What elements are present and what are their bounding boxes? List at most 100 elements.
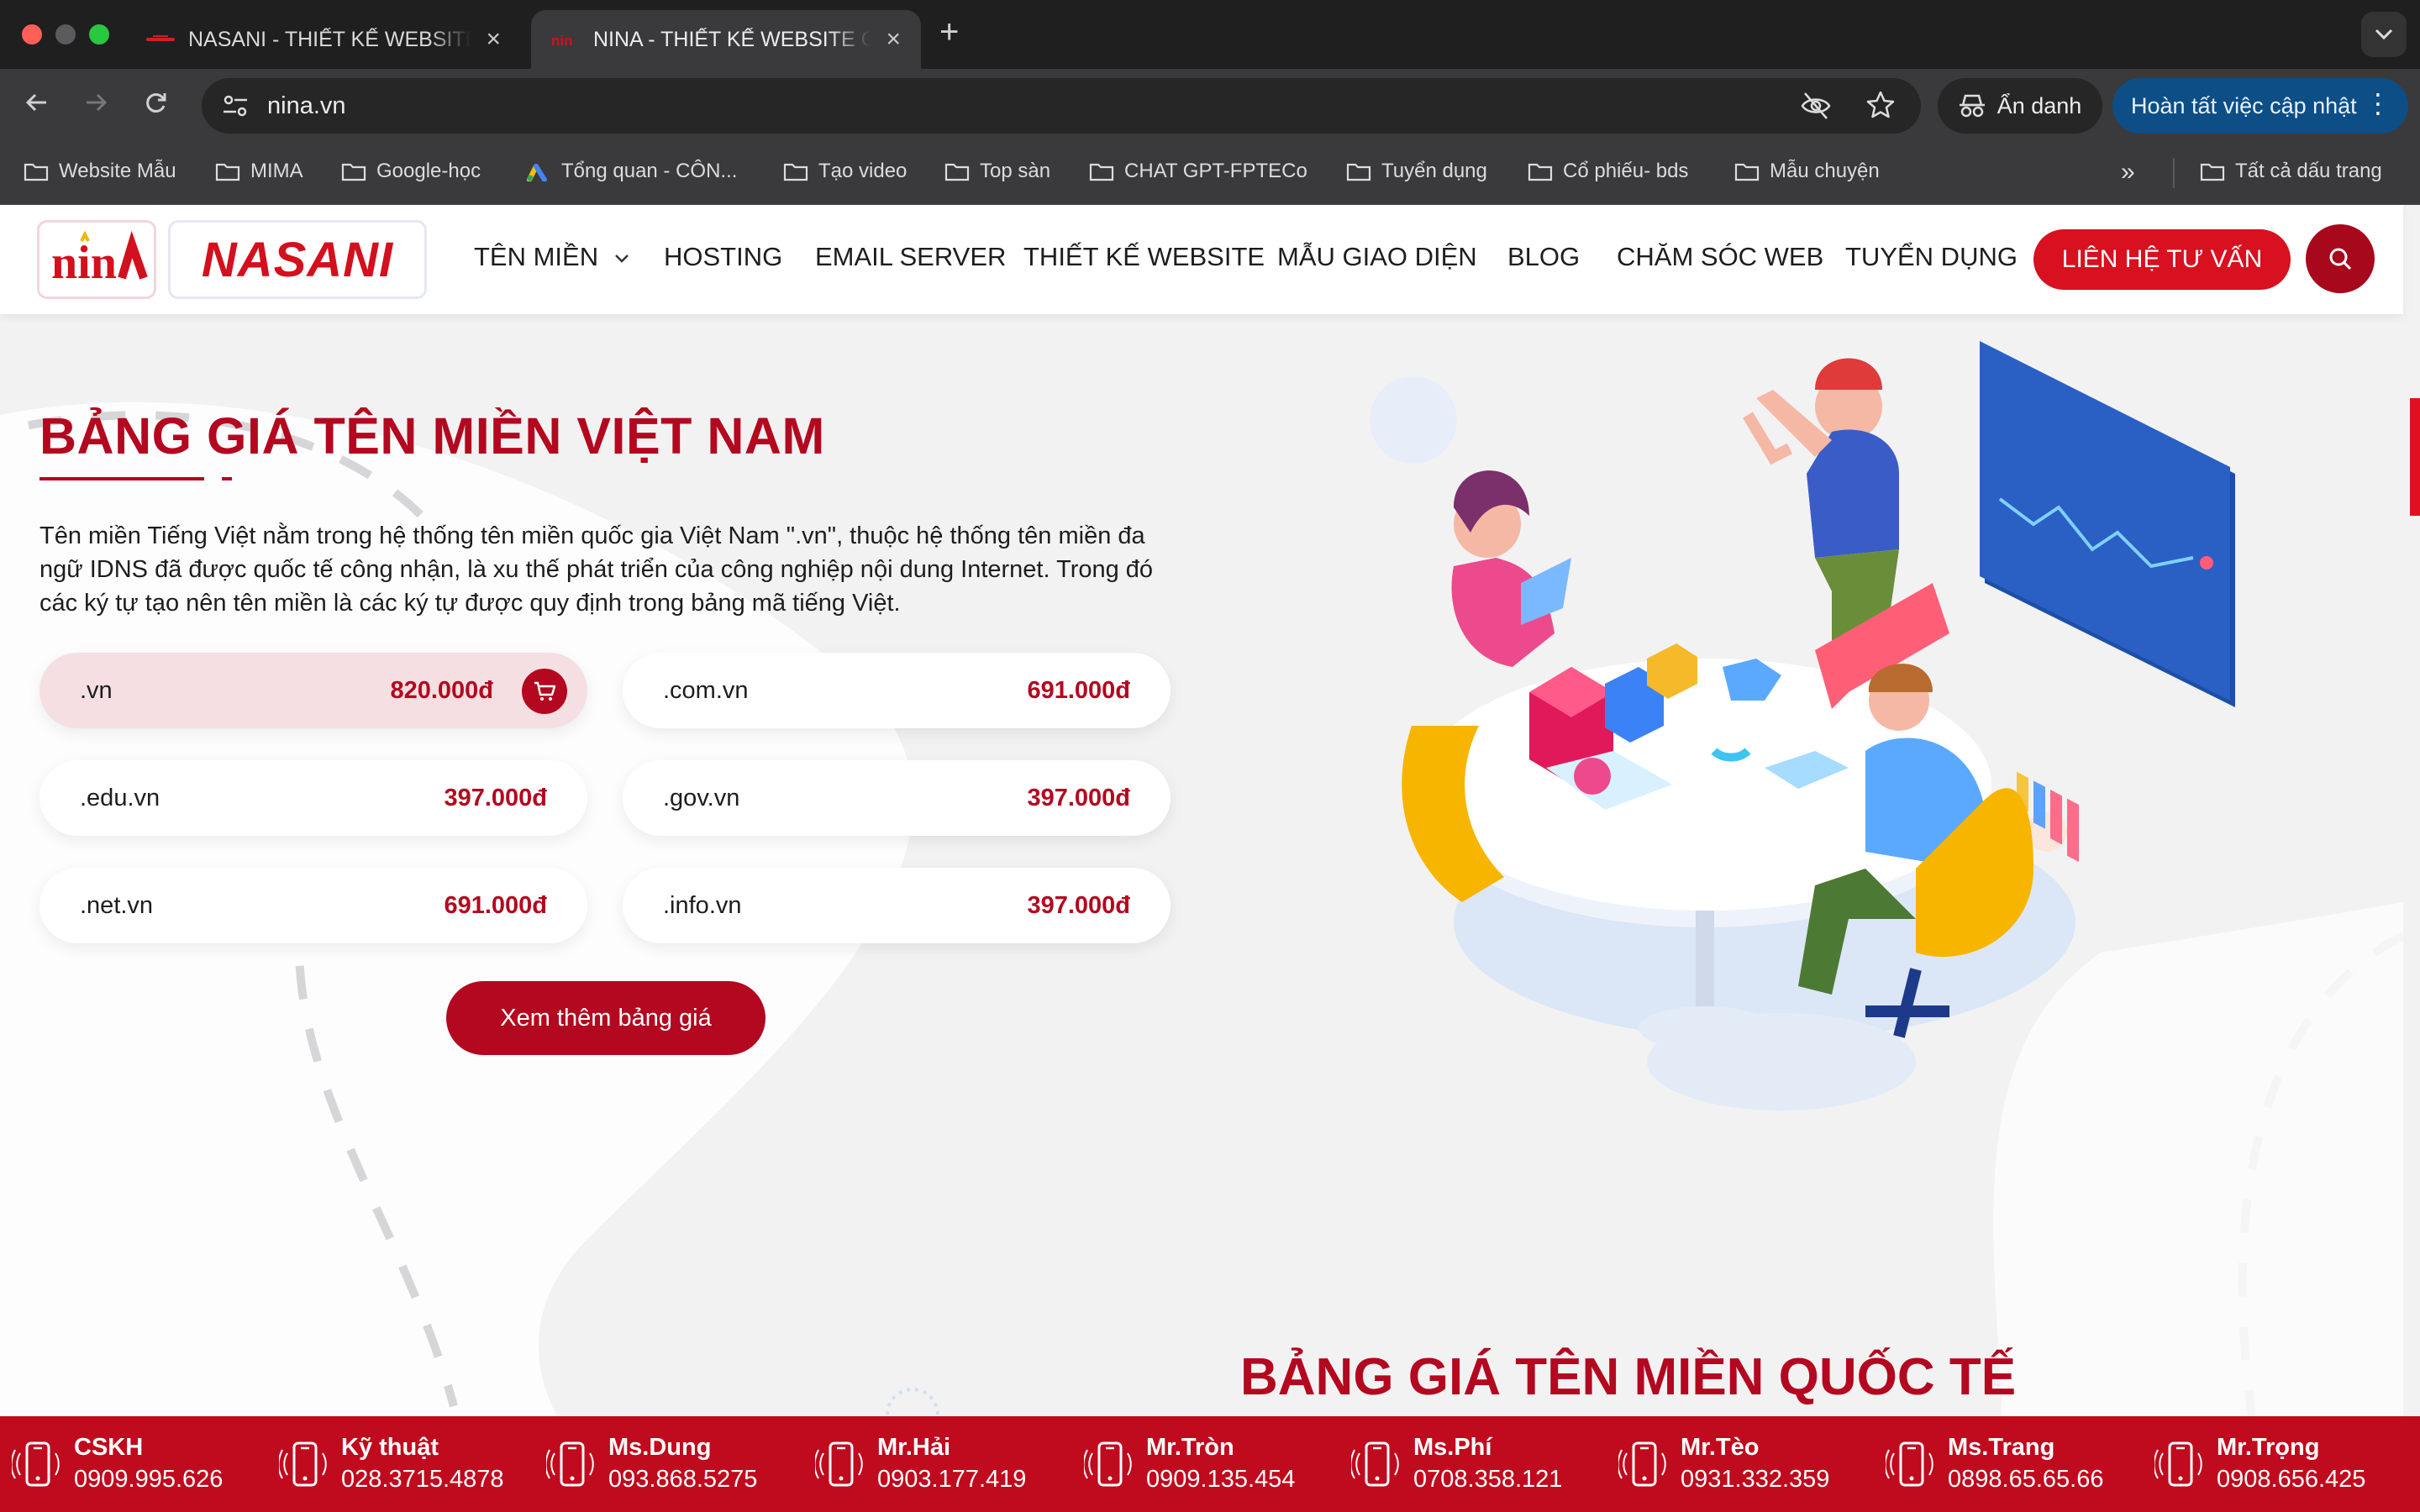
- bookmark-star-icon[interactable]: [1865, 90, 1896, 120]
- add-to-cart-button[interactable]: [522, 669, 567, 714]
- back-button[interactable]: [18, 87, 55, 123]
- bookmark-label: Top sàn: [980, 160, 1051, 182]
- address-bar[interactable]: nina.vn: [202, 78, 1921, 134]
- new-tab-button[interactable]: +: [939, 13, 959, 51]
- hotline-phone[interactable]: 0931.332.359: [1681, 1462, 1829, 1496]
- view-more-prices-button[interactable]: Xem thêm bảng giá: [446, 981, 765, 1055]
- hotline-phone[interactable]: 0909.995.626: [74, 1462, 223, 1496]
- hotline-phone[interactable]: 028.3715.4878: [341, 1462, 504, 1496]
- eye-off-icon[interactable]: [1800, 90, 1832, 122]
- bookmark-item[interactable]: Tuyển dụng: [1346, 160, 1487, 183]
- bookmark-label: CHAT GPT-FPTECo: [1124, 160, 1307, 182]
- nav-item[interactable]: TUYỂN DỤNG: [1845, 242, 2018, 272]
- bookmark-label: Tuyển dụng: [1381, 160, 1487, 182]
- maximize-window-button[interactable]: [89, 24, 109, 45]
- hotline-item[interactable]: Ms.Phí 0708.358.121: [1351, 1416, 1562, 1512]
- incognito-icon: [1959, 94, 1985, 118]
- reload-button[interactable]: [138, 87, 175, 123]
- hotline-name: Ms.Trang: [1948, 1434, 2055, 1461]
- hotline-item[interactable]: CSKH 0909.995.626: [12, 1416, 223, 1512]
- domain-price-card[interactable]: .info.vn 397.000đ: [623, 868, 1171, 943]
- close-tab-icon[interactable]: ×: [486, 25, 501, 54]
- update-label: Hoàn tất việc cập nhật: [2131, 92, 2357, 118]
- phone-ringing-icon: [279, 1441, 327, 1487]
- domain-price: 691.000đ: [1027, 676, 1130, 704]
- folder-icon: [2200, 163, 2225, 181]
- bookmark-item[interactable]: Tạo video: [783, 160, 907, 183]
- incognito-button[interactable]: Ẩn danh: [1938, 78, 2102, 134]
- nasani-logo[interactable]: NASANI: [168, 220, 427, 299]
- domain-price-card[interactable]: .vn 820.000đ: [39, 653, 587, 728]
- hotline-item[interactable]: Ms.Dung 093.868.5275: [546, 1416, 757, 1512]
- tab-search-button[interactable]: [2361, 12, 2407, 57]
- bookmark-item[interactable]: CHAT GPT-FPTECo: [1089, 160, 1307, 183]
- vn-domain-description: Tên miền Tiếng Việt nằm trong hệ thống t…: [39, 522, 1154, 617]
- domain-extension: .edu.vn: [80, 784, 160, 811]
- url-text[interactable]: nina.vn: [267, 92, 346, 120]
- tab-nina[interactable]: nin NINA - THIẾT KẾ WEBSITE CHUYÊN NGHIỆ…: [531, 10, 921, 69]
- hotline-phone[interactable]: 0909.135.454: [1146, 1462, 1295, 1496]
- bookmark-item[interactable]: Website Mẫu: [24, 160, 176, 183]
- hotline-item[interactable]: Mr.Trọng 0908.656.425: [2154, 1416, 2365, 1512]
- hotline-item[interactable]: Mr.Tèo 0931.332.359: [1618, 1416, 1829, 1512]
- domain-price-card[interactable]: .com.vn 691.000đ: [623, 653, 1171, 728]
- hotline-item[interactable]: Mr.Hải 0903.177.419: [815, 1416, 1026, 1512]
- nav-item[interactable]: HOSTING: [664, 242, 782, 272]
- hotline-name: Mr.Trọng: [2217, 1434, 2320, 1461]
- folder-icon: [1346, 163, 1371, 181]
- bookmark-item[interactable]: MIMA: [215, 160, 303, 183]
- update-button[interactable]: Hoàn tất việc cập nhật ⋮: [2112, 78, 2408, 134]
- domain-price-card[interactable]: .edu.vn 397.000đ: [39, 760, 587, 836]
- folder-icon: [1089, 163, 1114, 181]
- nav-item[interactable]: BLOG: [1507, 242, 1580, 272]
- close-tab-icon[interactable]: ×: [886, 25, 901, 54]
- domain-extension: .vn: [80, 676, 113, 704]
- hotline-phone[interactable]: 0898.65.65.66: [1948, 1462, 2103, 1496]
- folder-icon: [783, 163, 808, 181]
- nav-item[interactable]: THIẾT KẾ WEBSITE: [1023, 242, 1265, 272]
- more-menu-icon[interactable]: ⋮: [2365, 87, 2391, 119]
- nav-item-label: TÊN MIỀN: [474, 242, 599, 271]
- bookmark-item[interactable]: Mẫu chuyện: [1734, 160, 1880, 183]
- folder-icon: [215, 163, 240, 181]
- nav-item[interactable]: EMAIL SERVER: [815, 242, 1006, 272]
- contact-consult-button[interactable]: LIÊN HỆ TƯ VẤN: [2033, 229, 2291, 290]
- nina-favicon-icon: nin: [551, 33, 573, 48]
- vn-domain-title: BẢNG GIÁ TÊN MIỀN VIỆT NAM: [39, 407, 825, 465]
- domain-price-card[interactable]: .net.vn 691.000đ: [39, 868, 587, 943]
- hotline-item[interactable]: Kỹ thuật 028.3715.4878: [279, 1416, 504, 1512]
- more-bookmarks-icon[interactable]: »: [2121, 158, 2135, 186]
- hotline-phone[interactable]: 0708.358.121: [1413, 1462, 1562, 1496]
- hotline-phone[interactable]: 0903.177.419: [877, 1462, 1026, 1496]
- domain-price-card[interactable]: .gov.vn 397.000đ: [623, 760, 1171, 836]
- minimize-window-button[interactable]: [55, 24, 76, 45]
- folder-icon: [24, 163, 49, 181]
- bookmark-item[interactable]: Top sàn: [944, 160, 1050, 183]
- bookmark-label: Cổ phiếu- bds: [1563, 160, 1689, 182]
- site-search-button[interactable]: [2306, 224, 2375, 293]
- hotline-phone[interactable]: 0908.656.425: [2217, 1462, 2365, 1496]
- site-settings-icon[interactable]: [220, 91, 250, 121]
- nav-item[interactable]: CHĂM SÓC WEB: [1617, 242, 1823, 272]
- bookmark-item[interactable]: Google-học: [341, 160, 481, 183]
- hotline-item[interactable]: Ms.Trang 0898.65.65.66: [1886, 1416, 2103, 1512]
- hotline-item[interactable]: Mr.Tròn 0909.135.454: [1084, 1416, 1295, 1512]
- nav-item[interactable]: MẪU GIAO DIỆN: [1277, 242, 1477, 272]
- bookmark-item[interactable]: Cổ phiếu- bds: [1528, 160, 1688, 183]
- bookmark-item[interactable]: Tổng quan - CÔN...: [526, 160, 737, 183]
- all-bookmarks-folder[interactable]: Tất cả dấu trang: [2200, 160, 2382, 183]
- site-header: nin NASANI TÊN MIỀN HOSTING EMAIL SERVER T…: [0, 205, 2403, 314]
- view-more-prices-label: Xem thêm bảng giá: [500, 1004, 712, 1032]
- team-meeting-illustration: [1370, 341, 2235, 1110]
- bookmark-label: MIMA: [250, 160, 303, 182]
- hotline-name: Mr.Tròn: [1146, 1434, 1234, 1461]
- forward-button[interactable]: [77, 87, 114, 123]
- nav-item[interactable]: TÊN MIỀN: [474, 242, 629, 272]
- hotline-phone[interactable]: 093.868.5275: [608, 1462, 757, 1496]
- nav-item-label: CHĂM SÓC WEB: [1617, 242, 1824, 271]
- svg-text:nin: nin: [551, 33, 573, 48]
- nina-logo[interactable]: nin: [37, 220, 156, 299]
- close-window-button[interactable]: [22, 24, 42, 45]
- folder-icon: [1734, 163, 1760, 181]
- tab-nasani[interactable]: NASANI - THIẾT KẾ WEBSITE CHUYÊN NGHIỆP …: [126, 10, 521, 69]
